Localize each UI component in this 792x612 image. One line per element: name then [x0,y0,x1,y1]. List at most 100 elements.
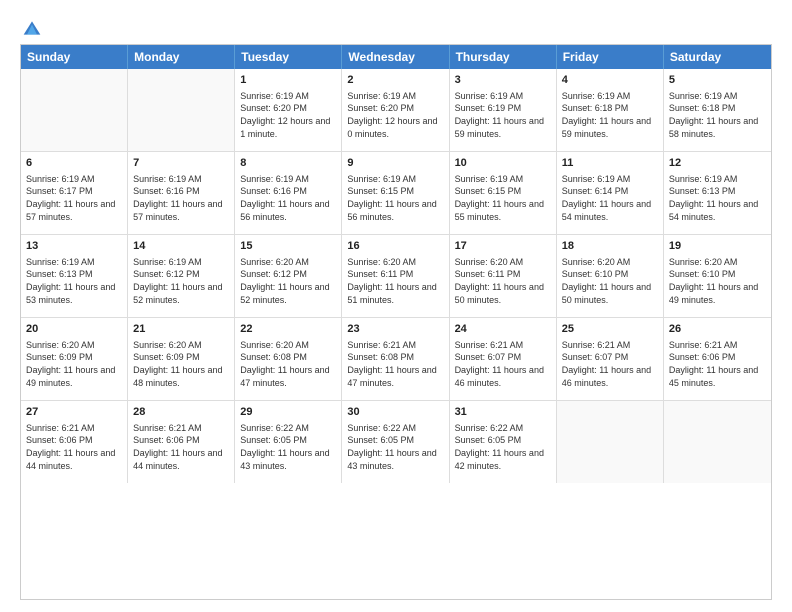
calendar-day-23: 23Sunrise: 6:21 AM Sunset: 6:08 PM Dayli… [342,318,449,400]
day-number: 8 [240,156,336,171]
day-number: 29 [240,405,336,420]
weekday-header-saturday: Saturday [664,45,771,69]
calendar-day-17: 17 Sunrise: 6:20 AM Sunset: 6:11 PM Dayli… [450,235,557,317]
day-info: Sunrise: 6:20 AM Sunset: 6:09 PM Dayligh… [133,339,229,389]
day-info: Sunrise: 6:19 AM Sunset: 6:15 PM Dayligh… [347,173,443,223]
day-number: 4 [562,73,658,88]
day-info: Sunrise: 6:21 AM Sunset: 6:06 PM Dayligh… [669,339,766,389]
calendar-day-6: 6Sunrise: 6:19 AM Sunset: 6:17 PM Daylig… [21,152,128,234]
day-info: Sunrise: 6:20 AM Sunset: 6:11 PM Dayligh… [455,256,551,306]
day-number: 5 [669,73,766,88]
weekday-header-wednesday: Wednesday [342,45,449,69]
day-info: Sunrise: 6:19 AM Sunset: 6:20 PM Dayligh… [240,90,336,140]
day-number: 6 [26,156,122,171]
day-number: 28 [133,405,229,420]
calendar-day-9: 9 Sunrise: 6:19 AM Sunset: 6:15 PM Daylig… [342,152,449,234]
day-number: 15 [240,239,336,254]
calendar-day-12: 12 Sunrise: 6:19 AM Sunset: 6:13 PM Dayli… [664,152,771,234]
day-info: Sunrise: 6:22 AM Sunset: 6:05 PM Dayligh… [240,422,336,472]
logo-icon [22,18,42,38]
day-number: 12 [669,156,766,171]
calendar-empty-cell [128,69,235,151]
day-info: Sunrise: 6:19 AM Sunset: 6:18 PM Dayligh… [562,90,658,140]
day-number: 26 [669,322,766,337]
calendar-week-3: 13 Sunrise: 6:19 AM Sunset: 6:13 PM Dayli… [21,234,771,317]
calendar-day-7: 7 Sunrise: 6:19 AM Sunset: 6:16 PM Daylig… [128,152,235,234]
calendar-empty-cell [557,401,664,483]
day-info: Sunrise: 6:19 AM Sunset: 6:19 PM Dayligh… [455,90,551,140]
day-number: 16 [347,239,443,254]
logo [20,18,42,34]
day-info: Sunrise: 6:22 AM Sunset: 6:05 PM Dayligh… [347,422,443,472]
calendar-day-31: 31Sunrise: 6:22 AM Sunset: 6:05 PM Dayli… [450,401,557,483]
day-number: 25 [562,322,658,337]
calendar-day-2: 2 Sunrise: 6:19 AM Sunset: 6:20 PM Daylig… [342,69,449,151]
day-number: 27 [26,405,122,420]
calendar-day-1: 1 Sunrise: 6:19 AM Sunset: 6:20 PM Daylig… [235,69,342,151]
weekday-header-monday: Monday [128,45,235,69]
day-number: 1 [240,73,336,88]
day-number: 21 [133,322,229,337]
day-info: Sunrise: 6:20 AM Sunset: 6:10 PM Dayligh… [562,256,658,306]
day-number: 18 [562,239,658,254]
calendar-header: SundayMondayTuesdayWednesdayThursdayFrid… [21,45,771,69]
calendar-day-21: 21 Sunrise: 6:20 AM Sunset: 6:09 PM Dayli… [128,318,235,400]
day-number: 10 [455,156,551,171]
day-info: Sunrise: 6:22 AM Sunset: 6:05 PM Dayligh… [455,422,551,472]
page: SundayMondayTuesdayWednesdayThursdayFrid… [0,0,792,612]
day-number: 3 [455,73,551,88]
day-info: Sunrise: 6:19 AM Sunset: 6:20 PM Dayligh… [347,90,443,140]
day-number: 30 [347,405,443,420]
calendar-day-25: 25 Sunrise: 6:21 AM Sunset: 6:07 PM Dayli… [557,318,664,400]
day-number: 7 [133,156,229,171]
weekday-header-tuesday: Tuesday [235,45,342,69]
day-info: Sunrise: 6:20 AM Sunset: 6:08 PM Dayligh… [240,339,336,389]
weekday-header-sunday: Sunday [21,45,128,69]
day-info: Sunrise: 6:19 AM Sunset: 6:13 PM Dayligh… [669,173,766,223]
calendar-day-13: 13 Sunrise: 6:19 AM Sunset: 6:13 PM Dayli… [21,235,128,317]
calendar-day-26: 26 Sunrise: 6:21 AM Sunset: 6:06 PM Dayli… [664,318,771,400]
calendar-empty-cell [664,401,771,483]
day-info: Sunrise: 6:21 AM Sunset: 6:07 PM Dayligh… [455,339,551,389]
day-number: 13 [26,239,122,254]
calendar-week-4: 20 Sunrise: 6:20 AM Sunset: 6:09 PM Dayli… [21,317,771,400]
calendar-day-5: 5 Sunrise: 6:19 AM Sunset: 6:18 PM Daylig… [664,69,771,151]
day-info: Sunrise: 6:21 AM Sunset: 6:07 PM Dayligh… [562,339,658,389]
calendar-day-30: 30 Sunrise: 6:22 AM Sunset: 6:05 PM Dayli… [342,401,449,483]
day-info: Sunrise: 6:20 AM Sunset: 6:12 PM Dayligh… [240,256,336,306]
calendar-day-8: 8Sunrise: 6:19 AM Sunset: 6:16 PM Daylig… [235,152,342,234]
day-number: 17 [455,239,551,254]
calendar-week-2: 6Sunrise: 6:19 AM Sunset: 6:17 PM Daylig… [21,151,771,234]
day-number: 20 [26,322,122,337]
calendar-day-15: 15 Sunrise: 6:20 AM Sunset: 6:12 PM Dayli… [235,235,342,317]
calendar-day-29: 29 Sunrise: 6:22 AM Sunset: 6:05 PM Dayli… [235,401,342,483]
calendar: SundayMondayTuesdayWednesdayThursdayFrid… [20,44,772,600]
calendar-empty-cell [21,69,128,151]
calendar-body: 1 Sunrise: 6:19 AM Sunset: 6:20 PM Daylig… [21,69,771,483]
day-number: 19 [669,239,766,254]
calendar-week-5: 27 Sunrise: 6:21 AM Sunset: 6:06 PM Dayli… [21,400,771,483]
calendar-day-16: 16 Sunrise: 6:20 AM Sunset: 6:11 PM Dayli… [342,235,449,317]
calendar-day-19: 19 Sunrise: 6:20 AM Sunset: 6:10 PM Dayli… [664,235,771,317]
day-number: 23 [347,322,443,337]
calendar-day-22: 22Sunrise: 6:20 AM Sunset: 6:08 PM Dayli… [235,318,342,400]
calendar-day-3: 3 Sunrise: 6:19 AM Sunset: 6:19 PM Daylig… [450,69,557,151]
calendar-day-18: 18 Sunrise: 6:20 AM Sunset: 6:10 PM Dayli… [557,235,664,317]
calendar-day-28: 28Sunrise: 6:21 AM Sunset: 6:06 PM Dayli… [128,401,235,483]
day-number: 14 [133,239,229,254]
calendar-day-4: 4 Sunrise: 6:19 AM Sunset: 6:18 PM Daylig… [557,69,664,151]
day-info: Sunrise: 6:19 AM Sunset: 6:18 PM Dayligh… [669,90,766,140]
calendar-week-1: 1 Sunrise: 6:19 AM Sunset: 6:20 PM Daylig… [21,69,771,151]
day-number: 2 [347,73,443,88]
calendar-day-27: 27 Sunrise: 6:21 AM Sunset: 6:06 PM Dayli… [21,401,128,483]
day-info: Sunrise: 6:20 AM Sunset: 6:09 PM Dayligh… [26,339,122,389]
day-info: Sunrise: 6:21 AM Sunset: 6:06 PM Dayligh… [26,422,122,472]
day-info: Sunrise: 6:19 AM Sunset: 6:12 PM Dayligh… [133,256,229,306]
day-info: Sunrise: 6:19 AM Sunset: 6:15 PM Dayligh… [455,173,551,223]
day-info: Sunrise: 6:19 AM Sunset: 6:16 PM Dayligh… [133,173,229,223]
day-info: Sunrise: 6:20 AM Sunset: 6:11 PM Dayligh… [347,256,443,306]
day-number: 9 [347,156,443,171]
calendar-day-20: 20 Sunrise: 6:20 AM Sunset: 6:09 PM Dayli… [21,318,128,400]
day-info: Sunrise: 6:19 AM Sunset: 6:13 PM Dayligh… [26,256,122,306]
day-info: Sunrise: 6:20 AM Sunset: 6:10 PM Dayligh… [669,256,766,306]
